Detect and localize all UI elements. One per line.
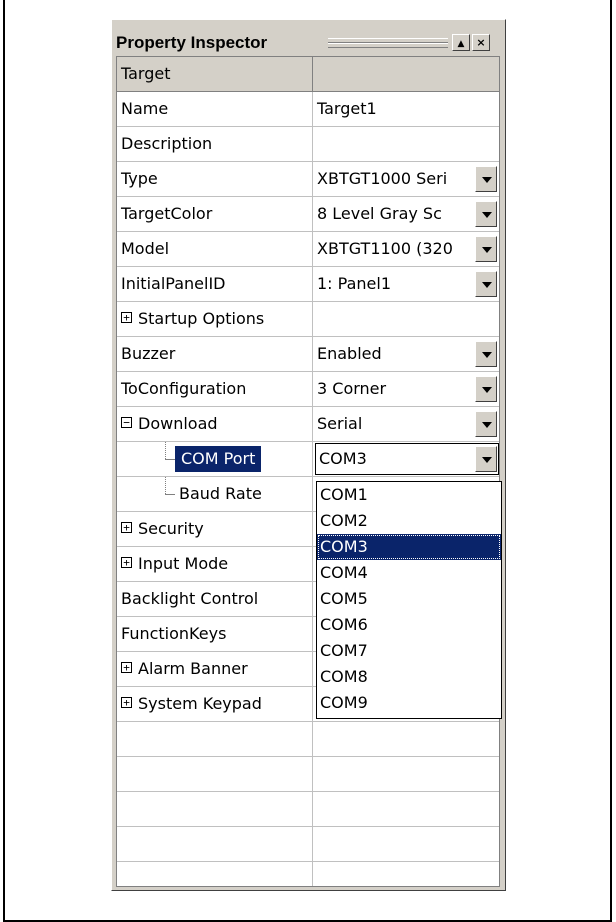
com-port-combo[interactable]: COM3 (315, 443, 499, 475)
property-label: Alarm Banner (138, 659, 248, 678)
collapse-icon[interactable]: − (121, 417, 132, 428)
property-value[interactable]: 1: Panel1 (313, 267, 499, 301)
property-value[interactable]: XBTGT1100 (320 (313, 232, 499, 266)
title-grip (328, 38, 448, 48)
empty-cell (117, 862, 313, 886)
row-toconfiguration[interactable]: ToConfiguration 3 Corner (117, 372, 499, 407)
row-name[interactable]: Name Target1 (117, 92, 499, 127)
property-label: Baud Rate (179, 484, 262, 503)
row-startup-options[interactable]: + Startup Options (117, 302, 499, 337)
empty-row (117, 757, 499, 792)
row-download[interactable]: − Download Serial (117, 407, 499, 442)
expand-icon[interactable]: + (121, 557, 132, 568)
empty-row (117, 862, 499, 886)
property-name: ToConfiguration (117, 372, 313, 406)
empty-cell (117, 757, 313, 791)
property-name: + Startup Options (117, 302, 313, 336)
row-model[interactable]: Model XBTGT1100 (320 (117, 232, 499, 267)
row-description[interactable]: Description (117, 127, 499, 162)
tree-connector (165, 442, 166, 459)
property-label: Download (138, 414, 218, 433)
option-com3[interactable]: COM3 (317, 534, 501, 560)
dropdown-arrow-icon[interactable] (475, 341, 497, 367)
property-value[interactable]: XBTGT1000 Seri (313, 162, 499, 196)
option-com7[interactable]: COM7 (317, 638, 501, 664)
property-name: InitialPanelID (117, 267, 313, 301)
property-name: Description (117, 127, 313, 161)
dropdown-arrow-icon[interactable] (475, 166, 497, 192)
property-name: Buzzer (117, 337, 313, 371)
row-type[interactable]: Type XBTGT1000 Seri (117, 162, 499, 197)
tree-connector (165, 494, 175, 495)
row-initialpanelid[interactable]: InitialPanelID 1: Panel1 (117, 267, 499, 302)
property-name: + Security (117, 512, 313, 546)
property-value[interactable] (313, 302, 499, 336)
close-button[interactable]: × (472, 34, 490, 51)
property-label: Input Mode (138, 554, 229, 573)
empty-cell (117, 722, 313, 756)
property-name: Name (117, 92, 313, 126)
header-value (313, 57, 499, 91)
property-value[interactable]: Serial (313, 407, 499, 441)
option-com4[interactable]: COM4 (317, 560, 501, 586)
property-value[interactable]: 3 Corner (313, 372, 499, 406)
property-value[interactable]: 8 Level Gray Sc (313, 197, 499, 231)
expand-icon[interactable]: + (121, 312, 132, 323)
property-name: + System Keypad (117, 687, 313, 721)
tree-connector (165, 459, 175, 460)
row-buzzer[interactable]: Buzzer Enabled (117, 337, 499, 372)
property-value[interactable]: Target1 (313, 92, 499, 126)
property-name-cell: Baud Rate (117, 477, 313, 511)
dropdown-arrow-icon[interactable] (475, 271, 497, 297)
close-icon: × (476, 36, 486, 49)
property-label: System Keypad (138, 694, 262, 713)
tree-connector (165, 477, 166, 494)
dropdown-arrow-icon[interactable] (475, 446, 497, 472)
empty-row (117, 827, 499, 862)
com-port-dropdown-list[interactable]: COM1 COM2 COM3 COM4 COM5 COM6 COM7 COM8 … (316, 481, 502, 719)
panel-titlebar[interactable]: Property Inspector ▲ × (116, 32, 501, 54)
option-com1[interactable]: COM1 (317, 482, 501, 508)
option-com9[interactable]: COM9 (317, 690, 501, 716)
expand-icon[interactable]: + (121, 697, 132, 708)
expand-icon[interactable]: + (121, 522, 132, 533)
property-label: Security (138, 519, 204, 538)
dropdown-arrow-icon[interactable] (475, 236, 497, 262)
property-name: Model (117, 232, 313, 266)
empty-row (117, 722, 499, 757)
option-com5[interactable]: COM5 (317, 586, 501, 612)
empty-cell (117, 792, 313, 826)
pin-icon: ▲ (457, 39, 465, 49)
empty-cell (117, 827, 313, 861)
option-com2[interactable]: COM2 (317, 508, 501, 534)
property-value[interactable]: Enabled (313, 337, 499, 371)
property-name-cell: COM Port (117, 442, 313, 476)
panel-title: Property Inspector (116, 32, 272, 54)
option-com6[interactable]: COM6 (317, 612, 501, 638)
row-targetcolor[interactable]: TargetColor 8 Level Gray Sc (117, 197, 499, 232)
property-name: Backlight Control (117, 582, 313, 616)
property-name: Type (117, 162, 313, 196)
property-name: − Download (117, 407, 313, 441)
grid-header-row: Target (117, 57, 499, 92)
property-name: + Alarm Banner (117, 652, 313, 686)
dropdown-arrow-icon[interactable] (475, 201, 497, 227)
property-value[interactable] (313, 127, 499, 161)
pin-button[interactable]: ▲ (452, 34, 470, 51)
property-name: + Input Mode (117, 547, 313, 581)
property-inspector-panel: Property Inspector ▲ × Target Name Targe… (111, 19, 506, 891)
property-name: FunctionKeys (117, 617, 313, 651)
expand-icon[interactable]: + (121, 662, 132, 673)
row-com-port[interactable]: COM Port COM3 (117, 442, 499, 477)
property-name: TargetColor (117, 197, 313, 231)
property-label: Startup Options (138, 309, 265, 328)
property-grid: Target Name Target1 Description Type XBT… (116, 56, 500, 887)
option-com8[interactable]: COM8 (317, 664, 501, 690)
dropdown-arrow-icon[interactable] (475, 376, 497, 402)
dropdown-arrow-icon[interactable] (475, 411, 497, 437)
header-target: Target (117, 57, 313, 91)
empty-row (117, 792, 499, 827)
selected-property-name: COM Port (175, 446, 262, 472)
